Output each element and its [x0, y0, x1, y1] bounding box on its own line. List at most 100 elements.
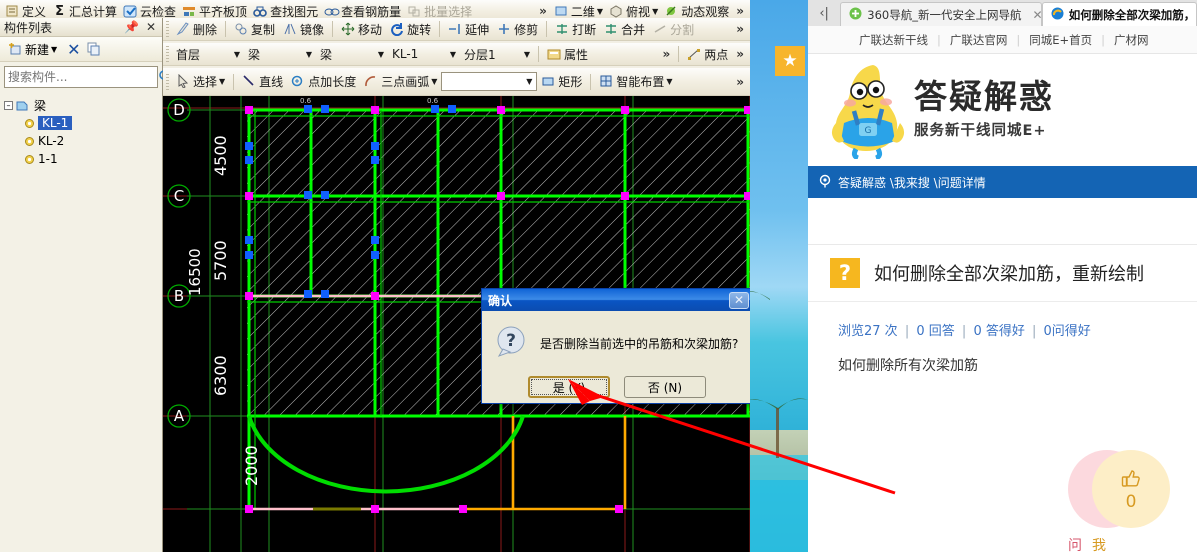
bookmark-2[interactable]: 同城E+首页 — [1020, 32, 1101, 48]
beam-folder-icon — [16, 98, 31, 113]
chevron-down-icon[interactable]: ▼ — [51, 45, 57, 54]
move-icon — [341, 22, 356, 37]
component-list-panel: 构件列表 📌 ✕ 新建 ▼ ✕ 搜索构件... – 梁 KL-1 KL-2 1-… — [0, 18, 172, 552]
category-select[interactable]: 梁 ▼ — [244, 45, 316, 64]
bookmark-1[interactable]: 广联达官网 — [941, 32, 1017, 48]
svg-text:0.6: 0.6 — [300, 97, 312, 105]
toolbar-grip[interactable] — [166, 73, 169, 90]
toolbar-overflow-chevron[interactable]: » — [535, 4, 551, 18]
search-component-box[interactable] — [4, 66, 172, 88]
edit-copy-button[interactable]: 复制 — [230, 20, 279, 39]
edit-move-button[interactable]: 移动 — [337, 20, 386, 39]
floor-select[interactable]: 首层 ▼ — [172, 45, 244, 64]
svg-text:?: ? — [506, 331, 516, 351]
edit-split-button[interactable]: 分割 — [649, 20, 698, 39]
tree-item-kl1[interactable]: KL-1 — [4, 114, 162, 132]
draw-arc-button[interactable]: 三点画弧 ▼ — [360, 72, 441, 91]
draw-select-button[interactable]: 选择 ▼ — [172, 72, 229, 91]
vote-ask-too-circle[interactable]: 0 — [1092, 450, 1170, 528]
view-overflow-chevron[interactable]: » — [732, 4, 748, 18]
toolbar-sum-calc-label: 汇总计算 — [69, 4, 118, 19]
edit-merge-label: 合并 — [621, 22, 646, 37]
tree-expander[interactable]: – — [4, 100, 13, 110]
edit-mirror-button[interactable]: 镜像 — [279, 20, 328, 39]
edit-break-button[interactable]: 打断 — [551, 20, 600, 39]
chevron-down-icon[interactable]: ▼ — [526, 77, 532, 86]
close-icon[interactable]: ✕ — [729, 291, 749, 309]
line-icon — [242, 74, 257, 89]
edit-delete-button[interactable]: 删除 — [172, 20, 221, 39]
cad-edit-toolbar: 删除 复制 镜像 移动 旋转 延伸 修剪 打断 合并 分割 » — [163, 18, 750, 41]
edit-rotate-button[interactable]: 旋转 — [386, 20, 435, 39]
site-brand-sub: 服务新干线同城E+ — [914, 123, 1047, 139]
toolbar-separator — [233, 73, 235, 90]
360-browser-icon — [1051, 7, 1064, 23]
close-icon[interactable]: ✕ — [146, 20, 156, 34]
chevron-down-icon[interactable]: ▼ — [524, 50, 530, 59]
close-icon[interactable]: ✕ — [1032, 8, 1040, 22]
draw-line-button[interactable]: 直线 — [238, 72, 287, 91]
site-header: G 答疑解惑 服务新干线同城E+ — [808, 54, 1197, 166]
chevron-down-icon[interactable]: ▼ — [378, 50, 384, 59]
site-brand: 答疑解惑 服务新干线同城E+ — [914, 80, 1054, 140]
bookmark-3[interactable]: 广材网 — [1105, 32, 1158, 48]
tree-item-1-1[interactable]: 1-1 — [4, 150, 162, 168]
edit-merge-button[interactable]: 合并 — [600, 20, 649, 39]
component-select-value: KL-1 — [392, 47, 419, 61]
grid-label-a: A — [174, 407, 185, 425]
star-icon[interactable]: ★ — [775, 46, 805, 76]
search-input[interactable] — [8, 70, 158, 84]
yes-button[interactable]: 是 (Y) — [528, 376, 610, 398]
chevron-down-icon[interactable]: ▼ — [219, 77, 225, 86]
browser-tab-1[interactable]: 360导航_新一代安全上网导航 ✕ — [840, 2, 1042, 26]
chevron-down-icon[interactable]: ▼ — [431, 77, 437, 86]
vote-ask-too-count: 0 — [1125, 492, 1137, 512]
component-select[interactable]: KL-1 ▼ — [388, 46, 460, 62]
draw-blank-select[interactable]: ▼ — [441, 72, 538, 91]
new-component-button[interactable]: 新建 ▼ — [4, 40, 61, 59]
grid-label-b: B — [174, 287, 184, 305]
delete-x-icon[interactable]: ✕ — [67, 40, 80, 59]
smart-layout-button[interactable]: 智能布置 ▼ — [595, 72, 676, 91]
copy-icon[interactable] — [87, 42, 102, 57]
draw-point-length-button[interactable]: 点加长度 — [287, 72, 360, 91]
dim-6300: 6300 — [211, 355, 230, 396]
cad-selector-toolbar: 首层 ▼ 梁 ▼ 梁 ▼ KL-1 ▼ 分层1 ▼ 属性 » 两点 » — [163, 43, 750, 66]
no-button[interactable]: 否 (N) — [624, 376, 706, 398]
dialog-buttons: 是 (Y) 否 (N) — [482, 376, 750, 398]
toolbar-grip[interactable] — [166, 46, 169, 62]
rebar-view-icon — [324, 4, 340, 19]
toolbar-align-slab-label: 平齐板顶 — [199, 4, 248, 19]
chevron-down-icon[interactable]: ▼ — [597, 7, 603, 16]
dim-2000: 2000 — [242, 445, 261, 486]
edit-copy-label: 复制 — [251, 22, 276, 37]
properties-button[interactable]: 属性 — [543, 45, 592, 64]
chevron-down-icon[interactable]: ▼ — [234, 50, 240, 59]
pin-icon[interactable]: 📌 — [124, 20, 139, 34]
top-view-icon — [609, 4, 624, 19]
layer-select[interactable]: 分层1 ▼ — [460, 45, 534, 64]
tree-item-kl2[interactable]: KL-2 — [4, 132, 162, 150]
edit-trim-button[interactable]: 修剪 — [493, 20, 542, 39]
draw-overflow-chevron[interactable]: » — [732, 75, 748, 89]
two-point-button[interactable]: 两点 — [683, 45, 732, 64]
chevron-down-icon[interactable]: ▼ — [652, 7, 658, 16]
toolbar-grip[interactable] — [166, 21, 169, 37]
twopoint-overflow-chevron[interactable]: » — [732, 47, 748, 61]
draw-rect-button[interactable]: 矩形 — [537, 72, 586, 91]
component-tree: – 梁 KL-1 KL-2 1-1 — [0, 90, 162, 168]
chevron-down-icon[interactable]: ▼ — [306, 50, 312, 59]
copy-icon — [234, 22, 249, 37]
chevron-down-icon[interactable]: ▼ — [450, 50, 456, 59]
bookmark-0[interactable]: 广联达新干线 — [850, 32, 937, 48]
browser-tab-2[interactable]: 如何删除全部次梁加筋， — [1041, 2, 1197, 26]
selector-overflow-chevron[interactable]: » — [658, 47, 674, 61]
chevron-down-icon[interactable]: ▼ — [666, 77, 672, 86]
orbit-icon — [664, 4, 679, 19]
type-select[interactable]: 梁 ▼ — [316, 45, 388, 64]
edit-extend-button[interactable]: 延伸 — [444, 20, 493, 39]
edit-overflow-chevron[interactable]: » — [732, 22, 748, 36]
tree-root-beam[interactable]: – 梁 — [4, 96, 162, 114]
two-point-label: 两点 — [704, 47, 729, 62]
collapse-tabs-icon[interactable]: ‹| — [808, 0, 840, 26]
